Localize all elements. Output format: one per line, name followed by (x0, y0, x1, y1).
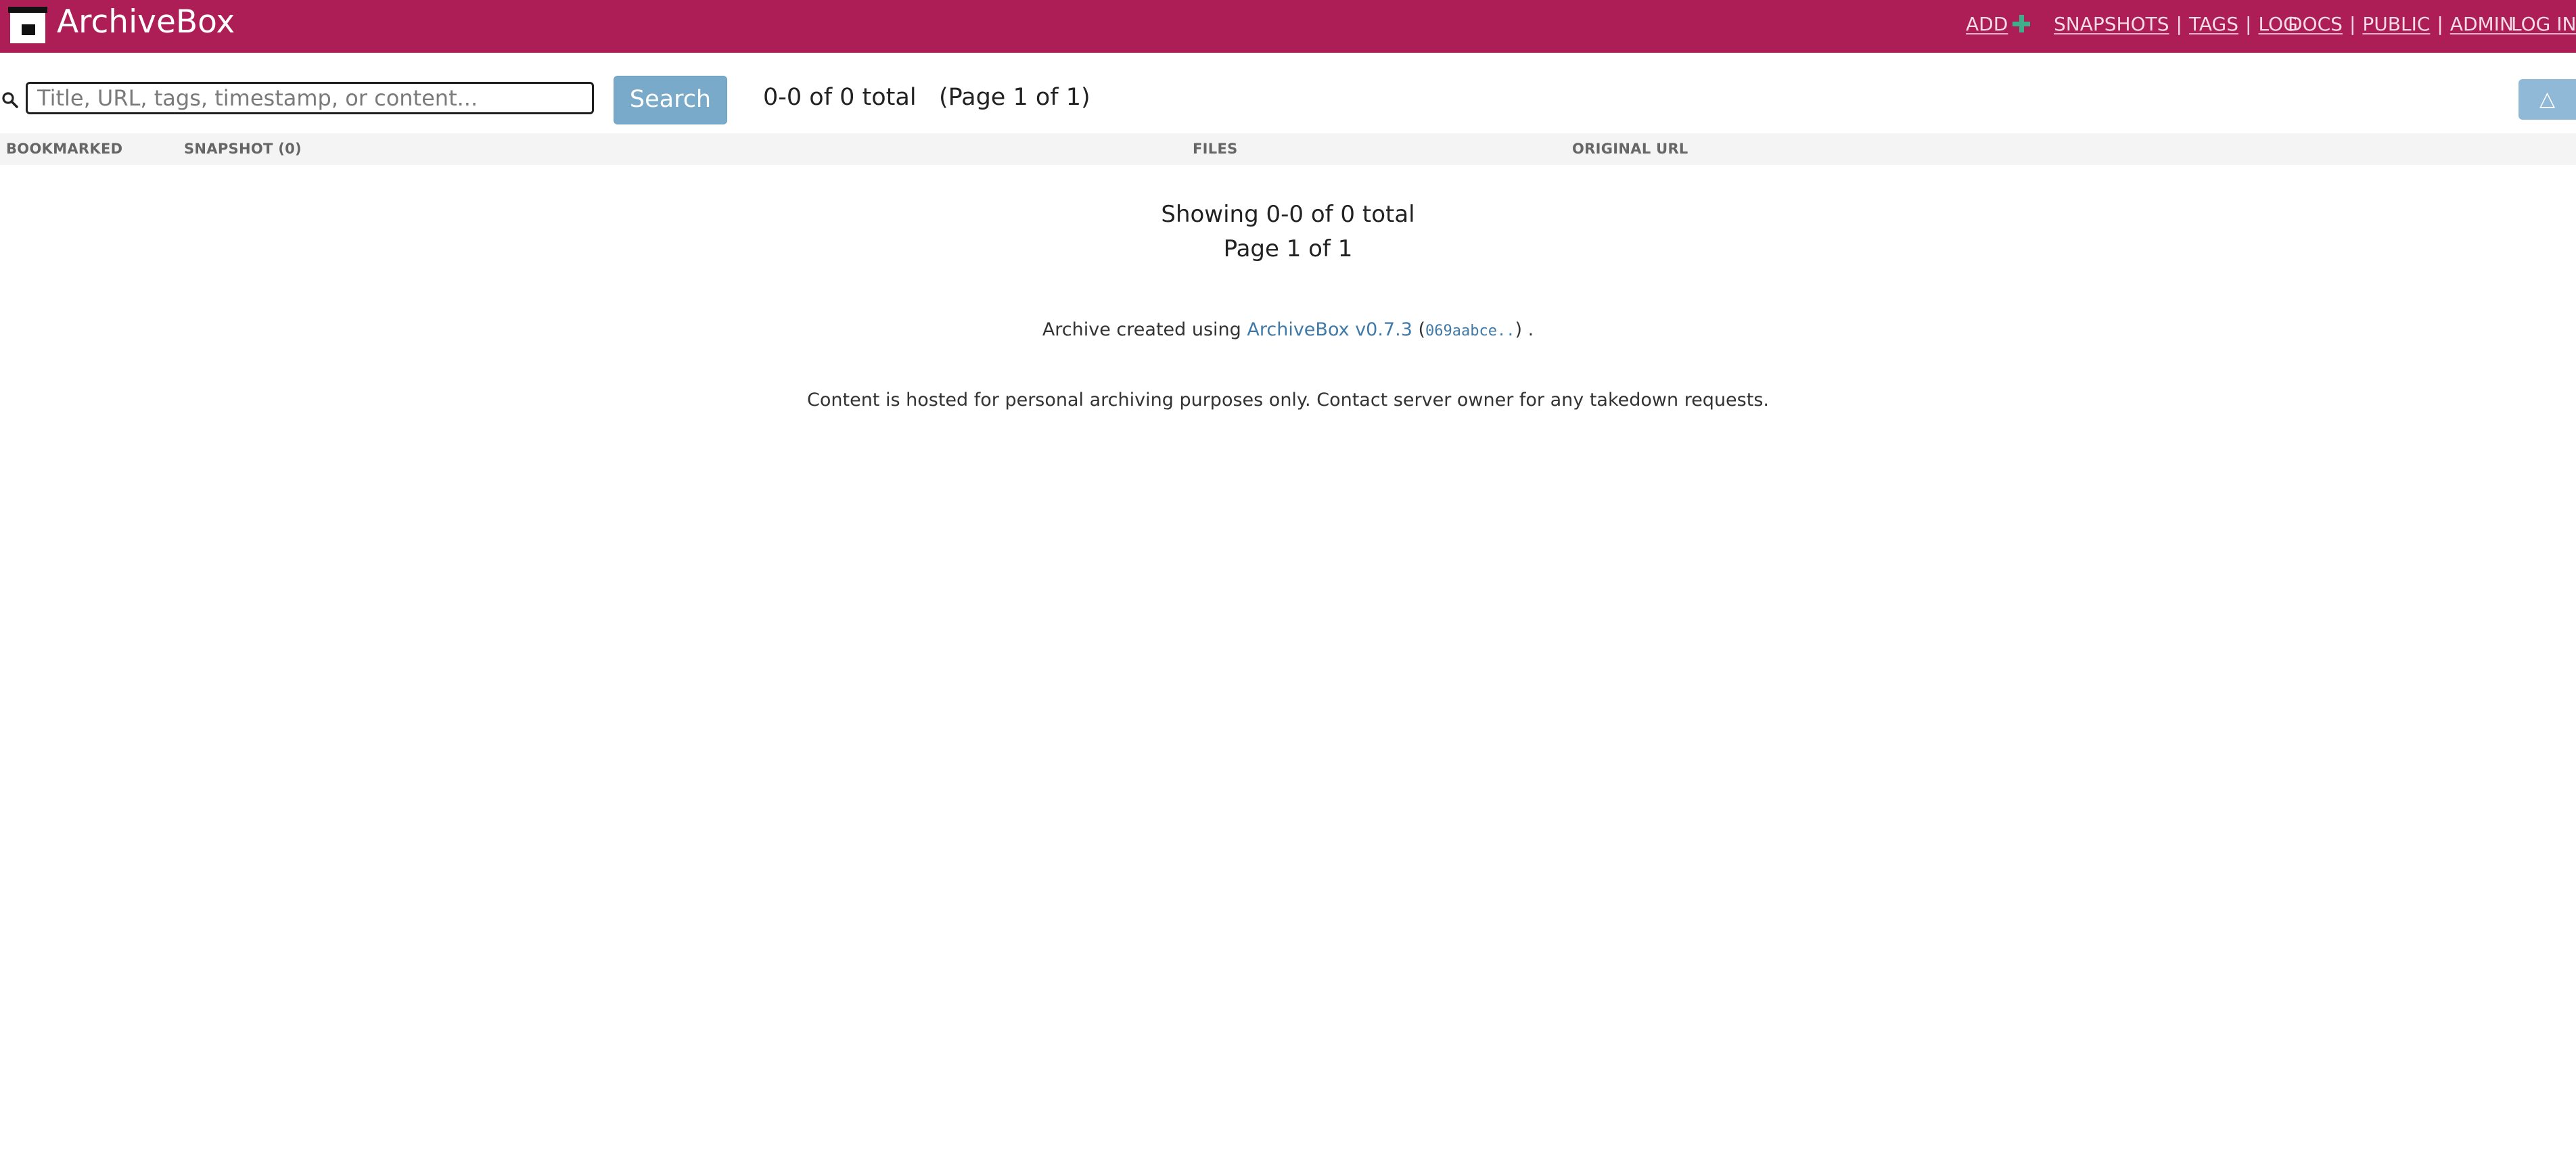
commit-hash-link[interactable]: 069aabce.. (1425, 323, 1515, 340)
plus-icon[interactable] (2012, 14, 2031, 33)
result-count: 0-0 of 0 total (Page 1 of 1) (763, 84, 1090, 111)
brand-title[interactable]: ArchiveBox (57, 1, 235, 43)
nav-separator: | (2349, 13, 2356, 35)
showing-summary: Showing 0-0 of 0 total (1161, 201, 1415, 228)
nav-add-link[interactable]: ADD (1966, 13, 2008, 35)
nav-public-link[interactable]: PUBLIC (2362, 13, 2430, 35)
column-header-snapshot[interactable]: SNAPSHOT (0) (184, 133, 302, 165)
nav-separator: | (2176, 13, 2182, 35)
archive-credit: Archive created using ArchiveBox v0.7.3 … (0, 318, 2576, 344)
search-icon (2, 92, 18, 108)
table-header-row: BOOKMARKED SNAPSHOT (0) FILES ORIGINAL U… (0, 133, 2576, 165)
nav-admin-link[interactable]: ADMIN (2450, 13, 2514, 35)
nav-snapshots-link[interactable]: SNAPSHOTS (2054, 13, 2169, 35)
archivebox-version-link[interactable]: ArchiveBox v0.7.3 (1247, 319, 1412, 340)
column-header-bookmarked[interactable]: BOOKMARKED (6, 133, 122, 165)
top-header-bar: ArchiveBox ADD SNAPSHOTS | TAGS | LOG DOCS | P… (0, 0, 2576, 53)
nav-add[interactable]: ADD (1966, 12, 2031, 37)
nav-login: LOG IN (2511, 12, 2576, 37)
column-header-files[interactable]: FILES (1193, 133, 1238, 165)
archive-credit-prefix: Archive created using (1042, 319, 1241, 340)
nav-separator: | (2437, 13, 2443, 35)
page-indicator: Page 1 of 1 (1223, 235, 1353, 262)
scroll-top-button[interactable]: △ (2518, 79, 2576, 120)
archivebox-logo-icon[interactable] (8, 7, 47, 43)
column-header-original-url[interactable]: ORIGINAL URL (1572, 133, 1688, 165)
search-button[interactable]: Search (614, 76, 727, 124)
commit-open-paren: ( (1418, 319, 1426, 340)
nav-login-link[interactable]: LOG IN (2511, 13, 2576, 35)
nav-tags-link[interactable]: TAGS (2189, 13, 2238, 35)
commit-close-paren: ) . (1515, 319, 1534, 340)
search-input[interactable] (26, 82, 594, 114)
nav-group-main: SNAPSHOTS | TAGS | LOG (2054, 12, 2298, 37)
nav-docs-link[interactable]: DOCS (2288, 13, 2343, 35)
nav-group-secondary: DOCS | PUBLIC | ADMIN (2288, 12, 2514, 37)
nav-separator: | (2245, 13, 2252, 35)
hosting-notice: Content is hosted for personal archiving… (807, 390, 1769, 411)
